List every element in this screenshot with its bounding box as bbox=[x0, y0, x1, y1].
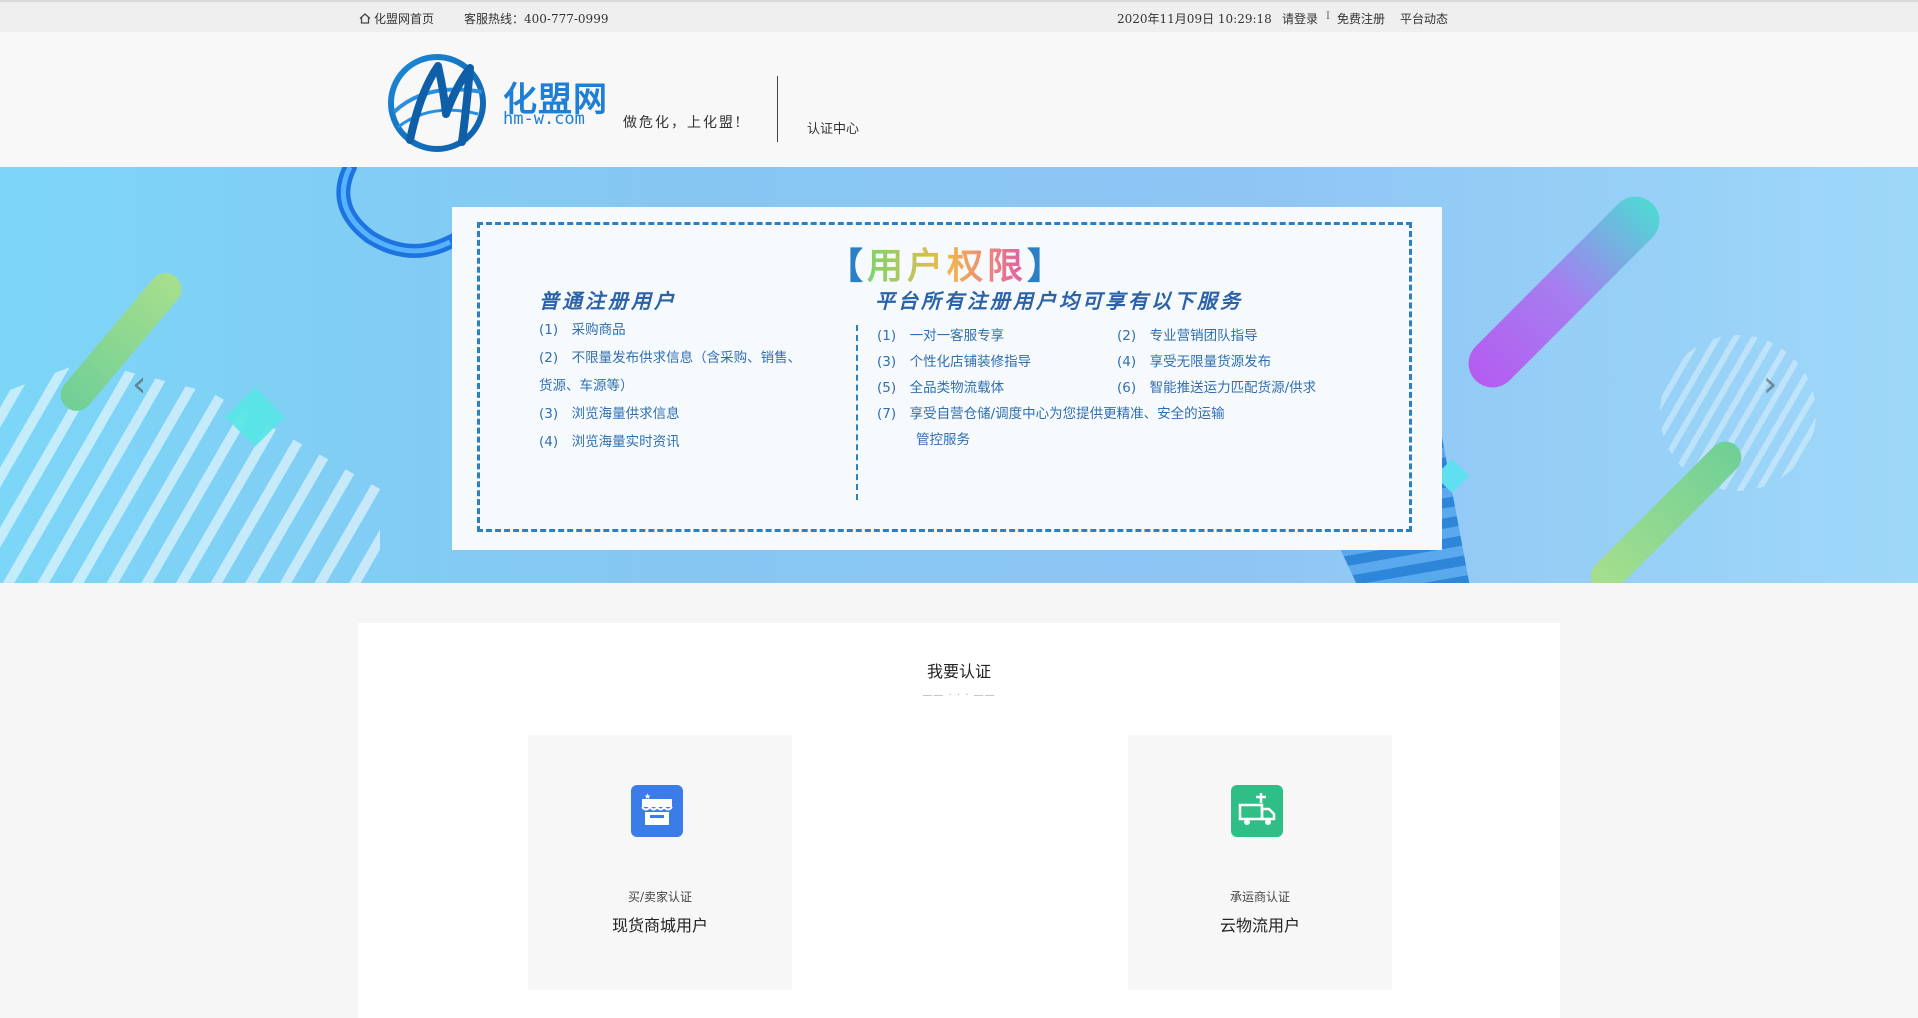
carrier-cert-card[interactable]: 承运商认证 云物流用户 bbox=[1128, 735, 1392, 990]
title-text: 用户权限 bbox=[866, 246, 1027, 287]
permission-title: 【用户权限】 bbox=[452, 237, 1442, 289]
site-header: 化盟网 hm-w.com 做危化，上化盟! 认证中心 bbox=[0, 32, 1918, 167]
card-title: 现货商城用户 bbox=[611, 916, 708, 935]
left-item: (4) 浏览海量实时资讯 bbox=[539, 434, 680, 450]
title-bracket-left: 【 bbox=[826, 246, 867, 287]
site-logo[interactable]: 化盟网 hm-w.com 做危化，上化盟! bbox=[386, 52, 766, 157]
service-hotline: 客服热线：400-777-0999 bbox=[464, 12, 609, 26]
register-link[interactable]: 免费注册 bbox=[1337, 10, 1385, 27]
truck-icon bbox=[1231, 785, 1283, 837]
regular-user-heading: 普通注册用户 bbox=[539, 289, 677, 313]
decorative-gradient-bar-right bbox=[1458, 186, 1670, 398]
decorative-circle-right bbox=[1660, 335, 1816, 491]
prev-slide-button[interactable]: ‹ bbox=[132, 364, 146, 405]
store-icon: ★ bbox=[631, 785, 683, 837]
logo-globe-icon bbox=[388, 54, 486, 152]
home-icon bbox=[359, 13, 371, 24]
next-slide-button[interactable]: › bbox=[1763, 364, 1777, 405]
left-item: 货源、车源等） bbox=[539, 378, 634, 394]
user-permission-card: 【用户权限】 普通注册用户 (1) 采购商品 (2) 不限量发布供求信息（含采购… bbox=[452, 207, 1442, 550]
certification-title: 我要认证 bbox=[926, 662, 991, 681]
title-divider: —— · · · —— bbox=[922, 690, 996, 701]
buyer-seller-cert-card[interactable]: ★ 买/卖家认证 现货商城用户 bbox=[528, 735, 792, 990]
card-subtitle: 买/卖家认证 bbox=[627, 890, 693, 904]
platform-news-link[interactable]: 平台动态 bbox=[1400, 10, 1448, 27]
topbar-separator: I bbox=[1326, 11, 1330, 22]
certification-center-link[interactable]: 认证中心 bbox=[807, 118, 859, 137]
right-item: (7) 享受自营仓储/调度中心为您提供更精准、安全的运输 bbox=[877, 406, 1225, 422]
right-item: (3) 个性化店铺装修指导 bbox=[877, 354, 1032, 370]
decorative-stripes bbox=[0, 361, 380, 583]
decorative-green-bar-right bbox=[1583, 434, 1749, 583]
top-bar: 化盟网首页 客服热线：400-777-0999 2020年11月09日 10:2… bbox=[0, 0, 1918, 32]
home-link-label: 化盟网首页 bbox=[374, 12, 435, 26]
right-item: (2) 专业营销团队指导 bbox=[1117, 328, 1258, 344]
all-users-heading: 平台所有注册用户均可享有以下服务 bbox=[875, 289, 1243, 313]
card-title: 云物流用户 bbox=[1219, 916, 1300, 935]
right-item: (5) 全品类物流载体 bbox=[877, 380, 1005, 396]
right-item: (4) 享受无限量货源发布 bbox=[1117, 354, 1272, 370]
right-item: (1) 一对一客服专享 bbox=[877, 328, 1005, 344]
home-link[interactable]: 化盟网首页 bbox=[359, 10, 434, 27]
right-item: 管控服务 bbox=[916, 432, 970, 448]
hero-banner: ‹ › 【用户权限】 普通注册用户 (1) 采购商品 (2) 不限量发布供求信息… bbox=[0, 167, 1918, 583]
login-link[interactable]: 请登录 bbox=[1282, 10, 1318, 27]
current-datetime: 2020年11月09日 10:29:18 bbox=[1117, 12, 1272, 26]
title-bracket-right: 】 bbox=[1027, 246, 1068, 287]
left-item: (1) 采购商品 bbox=[539, 322, 626, 338]
right-item: (6) 智能推送运力匹配货源/供求 bbox=[1117, 380, 1317, 396]
left-item: (2) 不限量发布供求信息（含采购、销售、 bbox=[539, 350, 802, 366]
brand-domain: hm-w.com bbox=[503, 109, 585, 129]
brand-slogan: 做危化，上化盟! bbox=[623, 115, 743, 131]
card-divider bbox=[856, 325, 858, 500]
svg-text:★: ★ bbox=[644, 792, 651, 801]
header-divider bbox=[777, 76, 778, 142]
certification-panel: 我要认证 —— · · · —— ★ 买/卖家认证 现货商城用户 承运商认证 云… bbox=[358, 623, 1560, 1018]
left-item: (3) 浏览海量供求信息 bbox=[539, 406, 680, 422]
card-subtitle: 承运商认证 bbox=[1229, 890, 1290, 904]
